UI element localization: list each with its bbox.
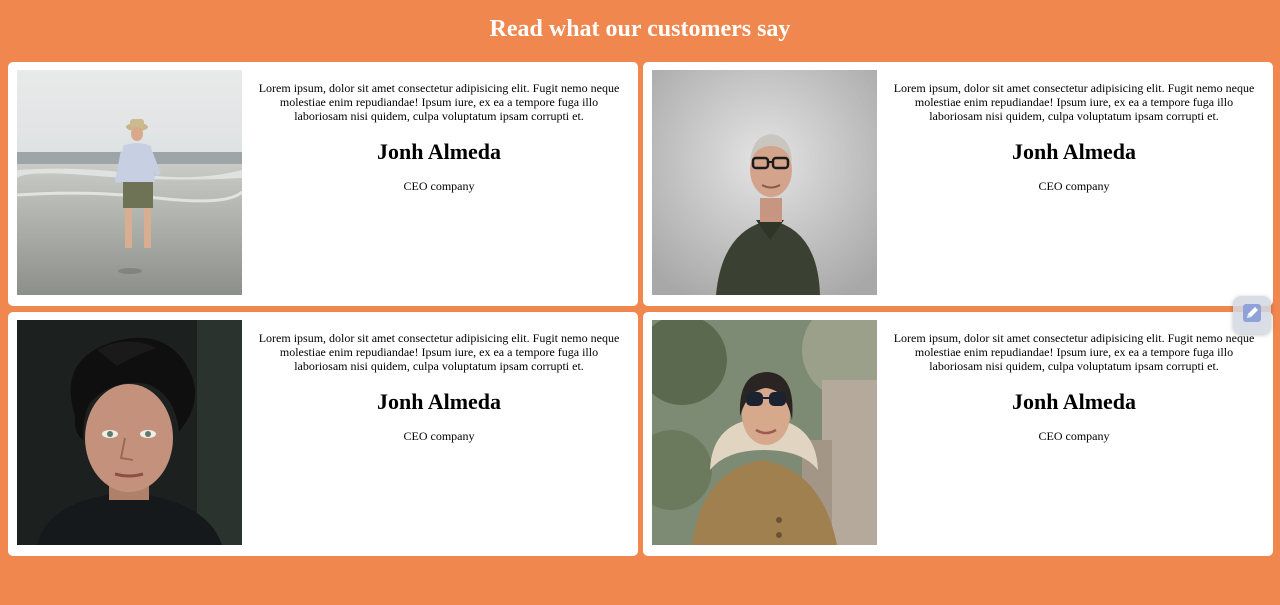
customer-role: CEO company	[403, 429, 475, 443]
testimonial-content: Lorem ipsum, dolor sit amet consectetur …	[242, 70, 638, 306]
testimonial-content: Lorem ipsum, dolor sit amet consectetur …	[877, 320, 1273, 556]
testimonial-content: Lorem ipsum, dolor sit amet consectetur …	[877, 70, 1273, 306]
customer-name: Jonh Almeda	[376, 389, 502, 414]
testimonial-card: Lorem ipsum, dolor sit amet consectetur …	[8, 62, 638, 306]
testimonial-content: Lorem ipsum, dolor sit amet consectetur …	[242, 320, 638, 556]
testimonial-quote: Lorem ipsum, dolor sit amet consectetur …	[258, 81, 620, 123]
customer-name: Jonh Almeda	[1011, 389, 1137, 414]
testimonial-card: Lorem ipsum, dolor sit amet consectetur …	[8, 312, 638, 556]
testimonial-quote: Lorem ipsum, dolor sit amet consectetur …	[258, 331, 620, 373]
edit-pencil-icon	[1240, 301, 1264, 330]
testimonial-card: Lorem ipsum, dolor sit amet consectetur …	[643, 312, 1273, 556]
testimonial-quote: Lorem ipsum, dolor sit amet consectetur …	[893, 331, 1255, 373]
customer-photo-older-man	[652, 70, 877, 295]
customer-name: Jonh Almeda	[1011, 139, 1137, 164]
page-title: Read what our customers say	[489, 16, 791, 42]
customer-photo-young-man	[17, 320, 242, 545]
customer-role: CEO company	[1038, 179, 1110, 193]
testimonials-grid: Lorem ipsum, dolor sit amet consectetur …	[8, 62, 1273, 556]
customer-role: CEO company	[1038, 429, 1110, 443]
customer-role: CEO company	[403, 179, 475, 193]
testimonial-quote: Lorem ipsum, dolor sit amet consectetur …	[893, 81, 1255, 123]
customer-photo-beach	[17, 70, 242, 295]
customer-name: Jonh Almeda	[376, 139, 502, 164]
testimonial-card: Lorem ipsum, dolor sit amet consectetur …	[643, 62, 1273, 306]
customer-photo-woman	[652, 320, 877, 545]
edit-pencil-button[interactable]	[1233, 296, 1271, 334]
